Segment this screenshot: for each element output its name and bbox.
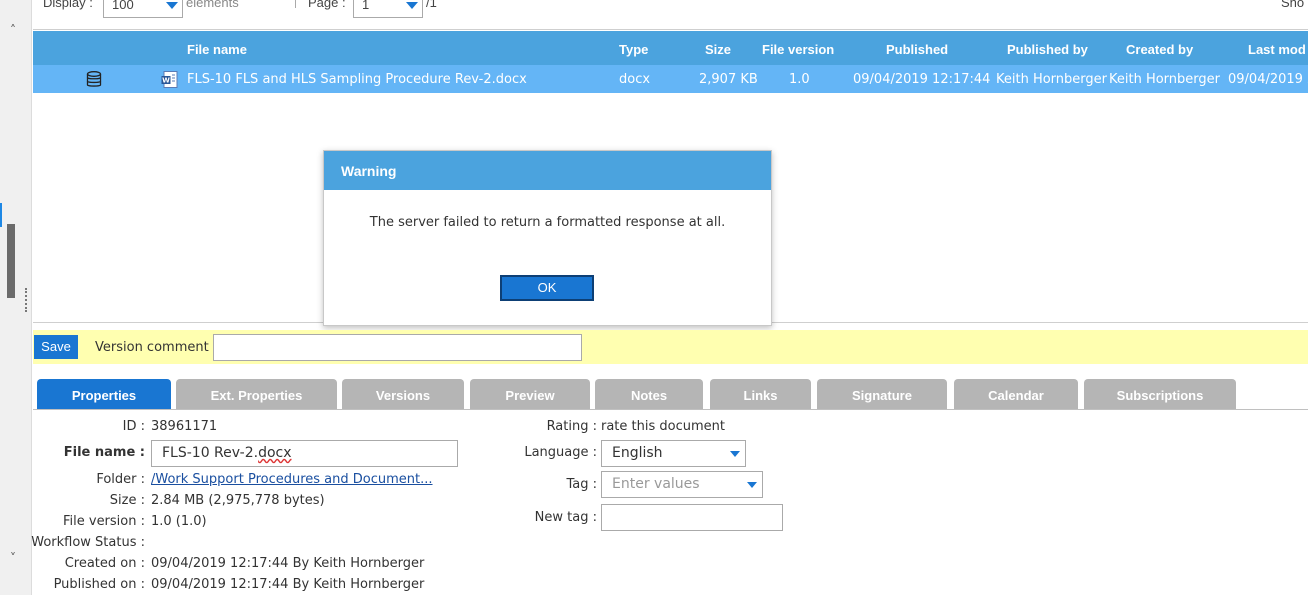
workflow-status-label: Workflow Status : — [31, 535, 145, 550]
folder-label: Folder : — [96, 472, 145, 487]
cell-file-name[interactable]: FLS-10 FLS and HLS Sampling Procedure Re… — [187, 72, 527, 87]
tab-links[interactable]: Links — [710, 379, 811, 409]
file-version-value: 1.0 (1.0) — [151, 514, 207, 529]
column-header-type[interactable]: Type — [619, 42, 648, 57]
language-label: Language : — [524, 445, 597, 460]
version-comment-input[interactable] — [213, 334, 582, 361]
top-toolbar: Display : 100 elements Page : 1 /1 Sho — [33, 0, 1308, 30]
new-tag-label: New tag : — [534, 510, 597, 525]
rating-label: Rating : — [546, 419, 597, 434]
id-label: ID : — [122, 419, 145, 434]
page-total: /1 — [426, 0, 437, 10]
page-label: Page : — [308, 0, 346, 10]
database-icon — [86, 71, 102, 87]
cell-created-by: Keith Hornberger — [1109, 72, 1221, 87]
published-on-label: Published on : — [53, 577, 145, 592]
file-name-value: FLS-10 Rev-2. — [162, 445, 259, 461]
version-comment-label: Version comment : — [95, 340, 218, 355]
display-label: Display : — [43, 0, 93, 10]
tag-placeholder: Enter values — [612, 476, 700, 492]
language-value: English — [612, 445, 663, 461]
page-select[interactable]: 1 — [353, 0, 423, 18]
published-on-value: 09/04/2019 12:17:44 By Keith Hornberger — [151, 577, 425, 592]
elements-label: elements — [186, 0, 239, 10]
properties-panel: ID : 38961171 File name : FLS-10 Rev-2.d… — [31, 410, 1308, 595]
grid-header: File name Type Size File version Publish… — [33, 31, 1308, 65]
resize-grip-icon[interactable] — [25, 288, 28, 312]
column-header-file-name[interactable]: File name — [187, 42, 247, 57]
table-row[interactable]: W FLS-10 FLS and HLS Sampling Procedure … — [33, 65, 1308, 93]
tab-bar: Properties Ext. Properties Versions Prev… — [33, 379, 1308, 410]
column-header-published[interactable]: Published — [886, 42, 948, 57]
column-header-size[interactable]: Size — [705, 42, 731, 57]
save-button[interactable]: Save — [34, 335, 78, 359]
tab-notes[interactable]: Notes — [595, 379, 703, 409]
chevron-down-icon — [730, 451, 740, 457]
tag-input[interactable]: Enter values — [601, 471, 763, 498]
file-version-label: File version : — [62, 514, 145, 529]
file-name-input[interactable]: FLS-10 Rev-2.docx — [151, 440, 458, 467]
file-name-label: File name : — [63, 445, 145, 460]
dialog-message: The server failed to return a formatted … — [369, 215, 726, 230]
display-count-value: 100 — [112, 0, 134, 12]
column-header-file-version[interactable]: File version — [762, 42, 834, 57]
column-header-last-modified[interactable]: Last mod — [1248, 42, 1306, 57]
tag-label: Tag : — [566, 477, 597, 492]
cell-size: 2,907 KB — [699, 72, 758, 87]
file-name-extension: docx — [258, 445, 292, 461]
word-document-icon: W — [161, 71, 178, 88]
ok-button[interactable]: OK — [500, 275, 594, 301]
folder-link[interactable]: /Work Support Procedures and Document... — [151, 472, 433, 487]
tab-preview[interactable]: Preview — [470, 379, 590, 409]
tab-properties[interactable]: Properties — [37, 379, 171, 409]
toolbar-divider — [295, 0, 296, 8]
svg-text:W: W — [162, 77, 170, 85]
language-select[interactable]: English — [601, 440, 746, 467]
chevron-down-icon — [166, 2, 178, 9]
tab-versions[interactable]: Versions — [342, 379, 464, 409]
tab-subscriptions[interactable]: Subscriptions — [1084, 379, 1236, 409]
scroll-up-icon[interactable]: ˄ — [5, 22, 21, 38]
scroll-down-icon[interactable]: ˅ — [5, 550, 21, 566]
tab-ext-properties[interactable]: Ext. Properties — [176, 379, 337, 409]
cell-published-by: Keith Hornberger — [996, 72, 1108, 87]
show-label: Sho — [1281, 0, 1305, 10]
cell-file-version: 1.0 — [789, 72, 810, 87]
selection-indicator — [0, 203, 2, 227]
created-on-value: 09/04/2019 12:17:44 By Keith Hornberger — [151, 556, 425, 571]
chevron-down-icon — [747, 482, 757, 488]
size-label: Size : — [109, 493, 145, 508]
created-on-label: Created on : — [64, 556, 145, 571]
tab-calendar[interactable]: Calendar — [954, 379, 1078, 409]
page-value: 1 — [362, 0, 370, 12]
display-count-select[interactable]: 100 — [103, 0, 183, 18]
dialog-title: Warning — [324, 151, 771, 190]
column-header-published-by[interactable]: Published by — [1007, 42, 1088, 57]
left-scrollbar[interactable]: ˄ ˅ — [0, 0, 32, 595]
column-header-created-by[interactable]: Created by — [1126, 42, 1193, 57]
cell-published: 09/04/2019 12:17:44 — [853, 72, 991, 87]
chevron-down-icon — [406, 2, 418, 9]
save-bar: Save Version comment : — [33, 330, 1308, 364]
warning-dialog: Warning The server failed to return a fo… — [323, 150, 772, 326]
scrollbar-thumb[interactable] — [7, 224, 15, 298]
id-value: 38961171 — [151, 419, 218, 434]
cell-last-modified: 09/04/2019 2 — [1228, 72, 1308, 87]
rating-link[interactable]: rate this document — [601, 419, 725, 434]
cell-type: docx — [619, 72, 651, 87]
tab-signature[interactable]: Signature — [817, 379, 947, 409]
size-value: 2.84 MB (2,975,778 bytes) — [151, 493, 325, 508]
new-tag-input[interactable] — [601, 504, 783, 531]
